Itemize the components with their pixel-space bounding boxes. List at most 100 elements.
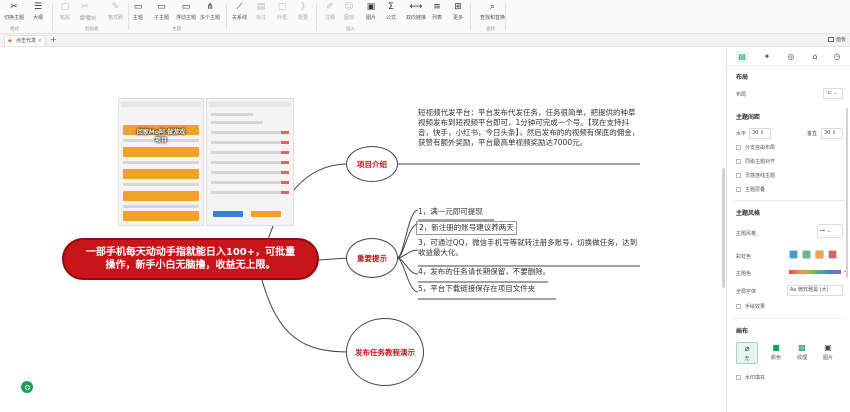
checkbox-icon: [736, 173, 741, 178]
tab-style-icon[interactable]: ▤: [736, 51, 748, 63]
checkbox-free-layout[interactable]: 分支自由布局: [736, 145, 775, 152]
paste-button[interactable]: ▢ 粘贴: [60, 1, 70, 25]
horizontal-spacing-input[interactable]: 30 ⇕: [749, 128, 771, 139]
layout-select[interactable]: ⁝⊏ ⌄: [823, 88, 843, 99]
bg-option-label: 纹理: [796, 355, 807, 361]
list-button[interactable]: ≡ 列表: [432, 1, 442, 25]
floating-topic-button[interactable]: ▭ 浮动主题: [176, 1, 196, 25]
leaf-tip-1[interactable]: 1，满一元即可提现: [418, 207, 483, 217]
checkbox-icon: [736, 187, 741, 192]
subtopic-button[interactable]: ▭ 子主题: [154, 1, 169, 25]
more-button[interactable]: ⊞ 更多: [453, 1, 463, 25]
icon-insert-icon: ☺: [344, 2, 354, 12]
theme-color-label: 主题色: [736, 271, 752, 277]
rainbow-swatch-2[interactable]: [802, 250, 811, 259]
assistant-button[interactable]: [21, 381, 33, 393]
theme-style-select[interactable]: ⊶ ⌄: [817, 224, 843, 238]
rainbow-swatch-4[interactable]: [828, 250, 837, 259]
canvas-scrollbar[interactable]: [722, 168, 725, 288]
outline-box-icon: ▢: [277, 2, 287, 12]
label-icon: ▤: [256, 2, 266, 12]
label-button[interactable]: ▤ 标注: [256, 1, 266, 25]
branch-project-intro[interactable]: 项目介绍: [346, 146, 398, 182]
note-button[interactable]: ✐ 注释: [325, 1, 335, 25]
multi-topic-button[interactable]: ⋔ 多个主题: [200, 1, 220, 25]
checkbox-overlap[interactable]: 主题层叠: [736, 187, 765, 194]
image-button[interactable]: ▣ 图片: [366, 1, 376, 25]
theme-switch-button[interactable]: ✂ 切换主题: [4, 1, 24, 25]
rainbow-swatch-3[interactable]: [815, 250, 824, 259]
copy-icon: ⧉: [80, 14, 85, 22]
relationship-icon: ⟋: [236, 2, 243, 12]
copy-button[interactable]: ⧉ 复制: [80, 13, 96, 24]
ribbon-separator: [470, 3, 471, 30]
leaf-tip-5[interactable]: 5，平台下载链接保存在项目文件夹: [418, 284, 535, 294]
tab-outline-icon[interactable]: ⌂: [809, 51, 821, 63]
theme-switch-icon: ✂: [10, 2, 18, 12]
formula-button[interactable]: Σ 公式: [386, 1, 396, 25]
vertical-value: 30: [824, 130, 831, 136]
leaf-tip-4[interactable]: 4，发布的任务请长期保留，不要删除。: [418, 267, 550, 277]
format-panel: ▤ ✦ ◎ ⌂ ◷ 布局 布局 ⁝⊏ ⌄ 主题间距 水平 30 ⇕ 垂直 30 …: [726, 48, 850, 412]
bg-texture-option[interactable]: ▩ 纹理: [791, 342, 813, 364]
summary-icon: }: [300, 2, 306, 12]
format-painter-button[interactable]: ✎ 格式刷: [108, 1, 123, 25]
find-replace-button[interactable]: ⌕ 查找和替换: [480, 1, 505, 25]
add-tab-button[interactable]: +: [50, 34, 57, 46]
relationship-button[interactable]: ⟋ 关系线: [232, 1, 247, 25]
panel-divider: [733, 318, 845, 319]
outline-icon: ☰: [33, 2, 43, 12]
ribbon-group-label: 插入: [346, 27, 355, 32]
section-style-title: 主题风格: [736, 210, 761, 217]
note-icon: ✐: [326, 2, 334, 12]
document-icon: ◆: [8, 38, 12, 44]
branch-important-tips[interactable]: 重要提示: [346, 238, 398, 278]
checkbox-inspiration-line[interactable]: 灵感连线主题: [736, 173, 775, 180]
tab-history-icon[interactable]: ◷: [831, 51, 843, 63]
leaf-intro-text[interactable]: 短视频代发平台：平台发布代发任务，任务很简单，把提供的种草视频发布到短视频平台即…: [418, 108, 640, 148]
checkbox-watermark[interactable]: 水印填充: [736, 375, 765, 382]
image-icon: ▣: [824, 343, 832, 352]
section-background-title: 画布: [736, 328, 749, 335]
note-label: 注释: [325, 15, 336, 21]
root-topic[interactable]: 一部手机每天动动手指就能日入100+，可批量操作，新手小白无脑撸，收益无上限。: [62, 238, 319, 280]
texture-icon: ▩: [798, 343, 806, 352]
panel-scrollbar[interactable]: [846, 108, 848, 278]
bg-none-option[interactable]: ⌀ 无: [736, 342, 758, 364]
topic-button[interactable]: ▭ 主题: [133, 1, 143, 25]
bg-color-option[interactable]: ■ 颜色: [765, 342, 787, 364]
outline-box-button[interactable]: ▢ 外框: [277, 1, 287, 25]
tab-document[interactable]: ◆ 点击代发 ×: [4, 35, 46, 46]
find-replace-icon: ⌕: [489, 2, 496, 12]
branch-label: 重要提示: [357, 253, 387, 263]
outline-button[interactable]: ☰ 大纲: [33, 1, 43, 25]
multi-topic-label: 多个主题: [200, 15, 221, 21]
tab-marker-icon[interactable]: ◎: [785, 51, 797, 63]
summary-button[interactable]: } 概要: [298, 1, 308, 25]
theme-color-bar[interactable]: [789, 270, 841, 274]
checkbox-label: 分支自由布局: [745, 145, 776, 151]
bg-option-label: 图片: [822, 355, 833, 361]
tab-ai-icon[interactable]: ✦: [761, 51, 773, 63]
mindmap-canvas[interactable]: 回家Mo阿 做游戏项目 一部手机每天动动手指就能日入100+，可批量操作，新手小…: [0, 48, 726, 412]
close-icon[interactable]: ×: [38, 36, 42, 46]
leaf-tip-2[interactable]: 2，新注册的账号建议养两天: [416, 221, 517, 235]
checkbox-align-siblings[interactable]: 同级主题对齐: [736, 159, 775, 166]
ribbon-group-label: 主题: [172, 27, 181, 32]
phone-screen-left: [118, 98, 204, 226]
panel-toggle-button[interactable]: 面板: [827, 35, 846, 46]
checkbox-hand-drawn[interactable]: 手绘效果: [736, 304, 765, 311]
bidirectional-link-label: 双向链接: [406, 15, 427, 21]
icon-insert-button[interactable]: ☺ 图标: [344, 1, 354, 25]
paste-label: 粘贴: [60, 15, 71, 21]
checkbox-label: 手绘效果: [745, 304, 766, 310]
branch-tutorial-demo[interactable]: 发布任务教程演示: [346, 318, 424, 386]
font-select[interactable]: Aa 微软雅黑 (大): [787, 285, 843, 296]
vertical-spacing-input[interactable]: 30 ⇕: [821, 128, 843, 139]
icon-insert-label: 图标: [344, 15, 355, 21]
leaf-tip-3[interactable]: 3，可通过QQ，微信手机号等就转注册多账号，切换做任务，达到收益最大化。: [418, 238, 640, 258]
rainbow-swatch-1[interactable]: [789, 250, 798, 259]
checkbox-label: 水印填充: [745, 375, 766, 381]
bg-image-option[interactable]: ▣ 图片: [817, 342, 839, 364]
bidirectional-link-button[interactable]: ⟷ 双向链接: [406, 1, 426, 25]
